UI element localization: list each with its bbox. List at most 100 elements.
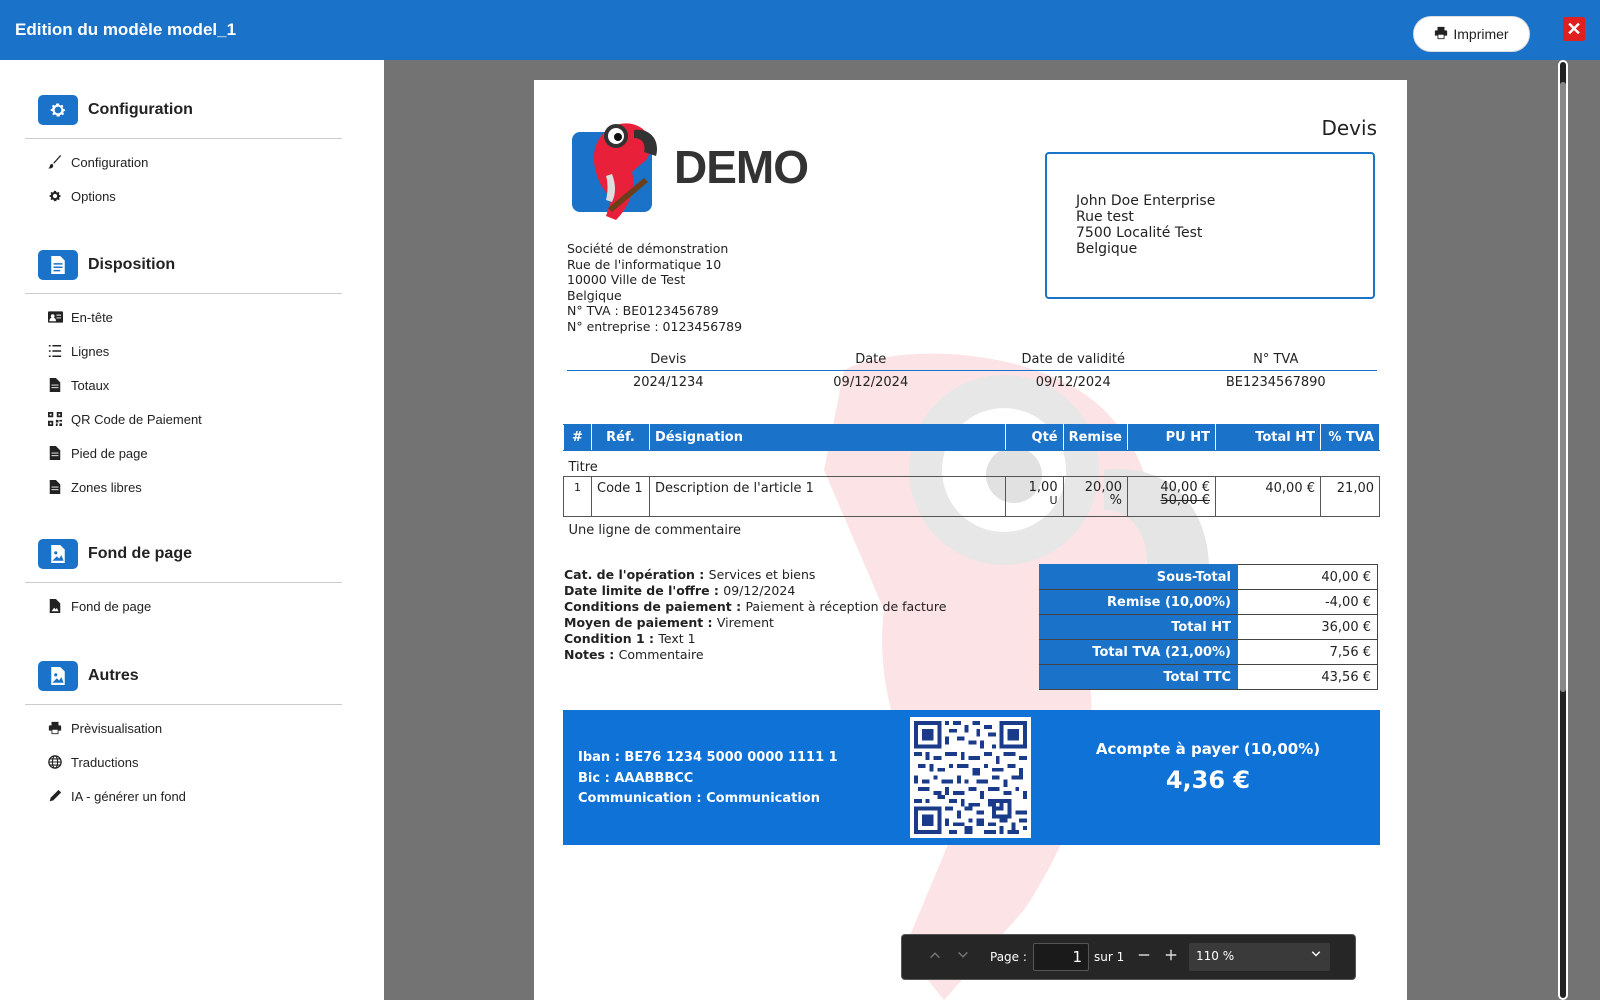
deposit-value: 4,36 € [1165,766,1251,794]
condition-value: 09/12/2024 [723,583,796,598]
sidebar-item-footer[interactable]: Pied de page [25,436,342,470]
pencil-icon [47,788,63,804]
meta-header: N° TVA [1253,352,1299,367]
image-icon [38,539,78,569]
close-button[interactable]: ✕ [1563,17,1585,41]
bic: Bic : AAABBBCC [578,770,694,786]
column-header: Désignation [649,424,1006,451]
client-city: 7500 Localité Test [1076,225,1203,241]
table-row: 1 Code 1 Description de l'article 1 1,00… [563,476,1380,517]
condition-key: Cat. de l'opération : [564,567,709,582]
printer-icon [1434,26,1448,43]
iban: Iban : BE76 1234 5000 0000 1111 1 [578,750,838,765]
totals-label: Total HT [1039,614,1238,640]
zoom-out-button[interactable] [1134,945,1154,969]
sidebar-item-preview[interactable]: Prèvisualisation [25,711,342,745]
client-street: Rue test [1076,209,1134,225]
sidebar-item-label: Zones libres [71,479,142,495]
section-title: Autres [88,667,139,684]
section-others: Autres Prèvisualisation Traductions IA -… [25,656,342,813]
totals-value: 43,56 € [1237,664,1378,690]
sidebar-item-translations[interactable]: Traductions [25,745,342,779]
section-title: Configuration [88,101,193,118]
sidebar-item-header[interactable]: En-tête [25,300,342,334]
previous-page-button[interactable] [926,948,944,966]
totals-row: Total HT 36,00 € [1039,614,1378,640]
zoom-select[interactable]: 110 % [1189,943,1330,971]
chevron-down-icon [1310,948,1322,963]
section-header[interactable]: Autres [25,656,342,705]
sidebar-item-ai-background[interactable]: IA - générer un fond [25,779,342,813]
totals-row: Sous-Total 40,00 € [1039,564,1378,590]
totals-label: Total TTC [1039,664,1238,690]
section-header[interactable]: Configuration [25,90,342,139]
sidebar-item-label: Options [71,188,116,204]
section-header[interactable]: Disposition [25,245,342,294]
company-enterprise-number: N° entreprise : 0123456789 [567,318,743,334]
communication: Communication : Communication [578,791,820,806]
globe-icon [47,754,63,770]
totals-table: Sous-Total 40,00 € Remise (10,00%) -4,00 €… [1039,564,1378,690]
pdf-viewer: DEMO Devis John Doe Enterprise Rue test … [384,60,1600,1000]
column-header: Réf. [591,424,650,451]
file-icon [47,445,63,461]
sidebar-item-options[interactable]: Options [25,179,342,213]
company-street: Rue de l'informatique 10 [567,256,722,272]
sidebar-item-qrcode[interactable]: QR Code de Paiement [25,402,342,436]
cell-total: 40,00 € [1215,476,1321,517]
section-title-row: Titre [564,451,1380,477]
sidebar-item-configuration[interactable]: Configuration [25,145,342,179]
totals-value: -4,00 € [1237,589,1378,615]
condition-line: Cat. de l'opération : Services et biens [564,567,946,583]
cell-discount: 20,00 % [1062,476,1129,517]
section-disposition: Disposition En-tête Lignes Totaux QR Cod… [25,245,342,504]
section-title: Disposition [88,256,176,273]
meta-value: 09/12/2024 [1035,375,1111,390]
column-header: Remise [1062,424,1129,451]
sidebar-item-label: Pied de page [71,445,148,461]
section-header[interactable]: Fond de page [25,534,342,583]
condition-key: Notes : [564,647,619,662]
sidebar-item-label: QR Code de Paiement [71,411,202,427]
printer-icon [47,720,63,736]
gear-icon [47,188,63,204]
qty-value: 1,00 [1028,480,1058,495]
sidebar: Configuration Configuration Options Disp… [0,60,384,1000]
print-label: Imprimer [1453,26,1509,42]
sidebar-item-free-zones[interactable]: Zones libres [25,470,342,504]
sidebar-item-label: Traductions [71,754,139,770]
next-page-button[interactable] [954,948,972,966]
totals-label: Sous-Total [1039,564,1238,590]
comment-row: Une ligne de commentaire [564,517,1380,541]
meta-header: Devis [650,352,687,367]
condition-value: Virement [716,615,774,630]
sidebar-item-background[interactable]: Fond de page [25,589,342,623]
scrollbar-thumb[interactable] [1560,82,1566,692]
print-button[interactable]: Imprimer [1413,16,1530,52]
cell-vat: 21,00 [1320,476,1380,517]
meta-header: Date de validité [1021,352,1125,367]
qty-unit: U [1049,494,1058,507]
company-address: Société de démonstration Rue de l'inform… [567,241,742,334]
sidebar-item-label: Configuration [71,154,149,170]
zoom-in-button[interactable] [1161,945,1181,969]
sidebar-item-totals[interactable]: Totaux [25,368,342,402]
condition-value: Text 1 [658,631,696,646]
file-icon [47,479,63,495]
title-bar: Edition du modèle model_1 Imprimer ✕ [0,0,1600,60]
section-title: Fond de page [88,545,192,562]
totals-row: Total TVA (21,00%) 7,56 € [1039,639,1378,665]
condition-line: Condition 1 : Text 1 [564,631,946,647]
discount-unit: % [1109,493,1122,508]
sidebar-item-label: Prèvisualisation [71,720,163,736]
parrot-logo-icon [572,123,658,220]
pdf-toolbar: Page : 1 sur 1 110 % [901,934,1356,980]
payment-band: Iban : BE76 1234 5000 0000 1111 1 Bic : … [563,710,1380,845]
page-number-input[interactable]: 1 [1033,943,1089,971]
sidebar-item-label: Fond de page [71,598,152,614]
company-name: Société de démonstration [567,241,729,256]
sidebar-item-lines[interactable]: Lignes [25,334,342,368]
column-header: % TVA [1320,424,1380,451]
sidebar-item-label: IA - générer un fond [71,788,186,804]
cell-ref: Code 1 [591,476,650,517]
